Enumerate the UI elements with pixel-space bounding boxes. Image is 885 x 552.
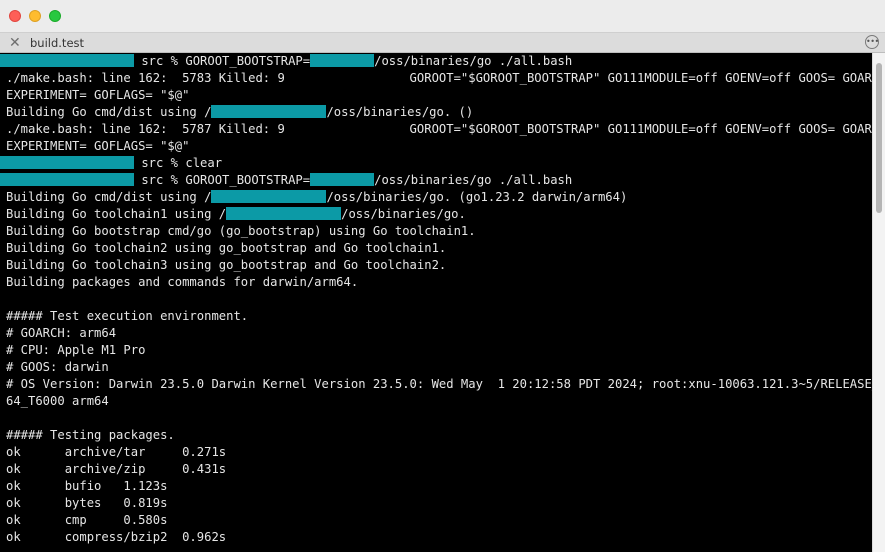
terminal-text: ##### Testing packages.: [6, 428, 175, 442]
terminal-line: ok bufio 1.123s: [0, 478, 872, 495]
terminal-text: /oss/binaries/go. (): [326, 105, 474, 119]
terminal-text: ./make.bash: line 162: 5783 Killed: 9 GO…: [6, 71, 872, 85]
terminal-line: Building Go bootstrap cmd/go (go_bootstr…: [0, 223, 872, 240]
redacted-text: [0, 54, 134, 67]
terminal-text: ok bytes 0.819s: [6, 496, 168, 510]
terminal-output[interactable]: src % GOROOT_BOOTSTRAP= /oss/binaries/go …: [0, 53, 872, 552]
redacted-text: [211, 190, 327, 203]
terminal-line: ok archive/zip 0.431s: [0, 461, 872, 478]
terminal-line: Building Go cmd/dist using / /oss/binarie…: [0, 104, 872, 121]
terminal-line: # GOOS: darwin: [0, 359, 872, 376]
terminal-text: /oss/binaries/go.: [341, 207, 466, 221]
scrollbar-thumb[interactable]: [876, 63, 882, 213]
more-options-icon[interactable]: •••: [865, 35, 879, 49]
terminal-text: # OS Version: Darwin 23.5.0 Darwin Kerne…: [6, 377, 872, 391]
tab-bar: ✕ build.test •••: [0, 32, 885, 53]
terminal-line: ##### Testing packages.: [0, 427, 872, 444]
terminal-text: ok bufio 1.123s: [6, 479, 168, 493]
terminal-line: Building Go toolchain3 using go_bootstra…: [0, 257, 872, 274]
terminal-window: ✕ build.test ••• src % GOROOT_BOOTSTRAP=…: [0, 0, 885, 552]
terminal-text: # GOOS: darwin: [6, 360, 109, 374]
terminal-line: ./make.bash: line 162: 5783 Killed: 9 GO…: [0, 70, 872, 87]
terminal-text: Building Go cmd/dist using /: [6, 105, 212, 119]
terminal-line: ##### Test execution environment.: [0, 308, 872, 325]
terminal-line: EXPERIMENT= GOFLAGS= "$@": [0, 87, 872, 104]
terminal-text: Building Go bootstrap cmd/go (go_bootstr…: [6, 224, 476, 238]
terminal-text: # GOARCH: arm64: [6, 326, 117, 340]
terminal-line: Building Go cmd/dist using / /oss/binarie…: [0, 189, 872, 206]
redacted-text: [310, 54, 375, 67]
minimize-window-button[interactable]: [29, 10, 41, 22]
terminal-text: Building Go cmd/dist using /: [6, 190, 212, 204]
terminal-text: ##### Test execution environment.: [6, 309, 249, 323]
terminal-line: ok bytes 0.819s: [0, 495, 872, 512]
terminal-line: ok archive/tar 0.271s: [0, 444, 872, 461]
terminal-text: Building Go toolchain1 using /: [6, 207, 227, 221]
terminal-text: ./make.bash: line 162: 5787 Killed: 9 GO…: [6, 122, 872, 136]
redacted-text: [226, 207, 342, 220]
terminal-line: # OS Version: Darwin 23.5.0 Darwin Kerne…: [0, 376, 872, 393]
terminal-text: Building Go toolchain2 using go_bootstra…: [6, 241, 447, 255]
title-bar: [0, 0, 885, 32]
zoom-window-button[interactable]: [49, 10, 61, 22]
terminal-line: src % clear: [0, 155, 872, 172]
terminal-line: ./make.bash: line 162: 5787 Killed: 9 GO…: [0, 121, 872, 138]
terminal-line: ok cmp 0.580s: [0, 512, 872, 529]
terminal-line: Building Go toolchain1 using / /oss/binar…: [0, 206, 872, 223]
tab-title[interactable]: build.test: [30, 35, 84, 51]
terminal-text: 64_T6000 arm64: [6, 394, 109, 408]
terminal-text: src % clear: [134, 156, 223, 170]
terminal-line: src % GOROOT_BOOTSTRAP= /oss/binaries/go …: [0, 53, 872, 70]
terminal-line: ok compress/bzip2 0.962s: [0, 529, 872, 546]
terminal-text: Building Go toolchain3 using go_bootstra…: [6, 258, 447, 272]
terminal-text: Building packages and commands for darwi…: [6, 275, 359, 289]
terminal-text: src % GOROOT_BOOTSTRAP=: [134, 54, 311, 68]
terminal-text: EXPERIMENT= GOFLAGS= "$@": [6, 139, 190, 153]
terminal-line: EXPERIMENT= GOFLAGS= "$@": [0, 138, 872, 155]
terminal-line: Building Go toolchain2 using go_bootstra…: [0, 240, 872, 257]
scrollbar[interactable]: [872, 53, 885, 552]
terminal-text: /oss/binaries/go ./all.bash: [374, 173, 573, 187]
tab-close-icon[interactable]: ✕: [9, 34, 21, 52]
terminal-text: ok archive/tar 0.271s: [6, 445, 227, 459]
terminal-text: /oss/binaries/go ./all.bash: [374, 54, 573, 68]
terminal-line: 64_T6000 arm64: [0, 393, 872, 410]
terminal-text: /oss/binaries/go. (go1.23.2 darwin/arm64…: [326, 190, 628, 204]
terminal-line: src % GOROOT_BOOTSTRAP= /oss/binaries/go …: [0, 172, 872, 189]
terminal-text: # CPU: Apple M1 Pro: [6, 343, 146, 357]
terminal-line: Building packages and commands for darwi…: [0, 274, 872, 291]
redacted-text: [211, 105, 327, 118]
terminal-line: # CPU: Apple M1 Pro: [0, 342, 872, 359]
redacted-text: [0, 173, 134, 186]
redacted-text: [310, 173, 375, 186]
terminal-text: EXPERIMENT= GOFLAGS= "$@": [6, 88, 190, 102]
redacted-text: [0, 156, 134, 169]
terminal-text: ok archive/zip 0.431s: [6, 462, 227, 476]
close-window-button[interactable]: [9, 10, 21, 22]
terminal-text: ok cmp 0.580s: [6, 513, 168, 527]
terminal-text: ok compress/bzip2 0.962s: [6, 530, 227, 544]
terminal-line: # GOARCH: arm64: [0, 325, 872, 342]
terminal-text: src % GOROOT_BOOTSTRAP=: [134, 173, 311, 187]
